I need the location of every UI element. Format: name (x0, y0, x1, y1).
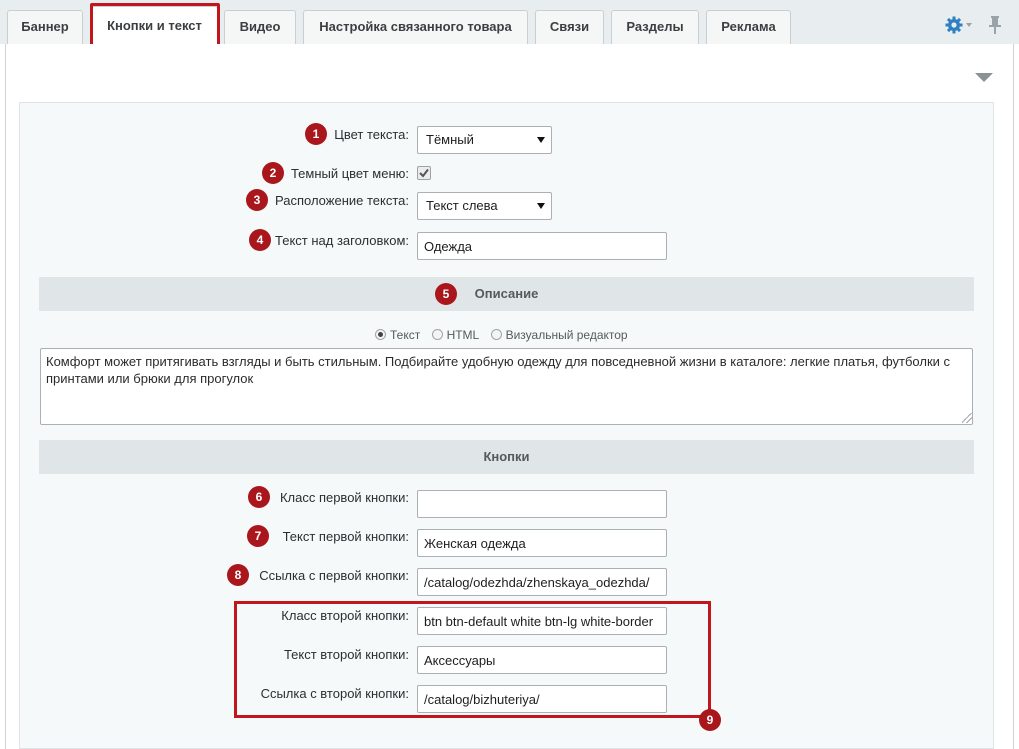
dark-menu-checkbox[interactable] (417, 166, 431, 180)
text-above-title-label: Текст над заголовком: (275, 233, 410, 248)
step-badge: 9 (699, 709, 721, 731)
first-button-text-input[interactable] (417, 529, 667, 557)
first-button-link-label: Ссылка с первой кнопки: (259, 568, 409, 583)
mode-html-option[interactable]: HTML (431, 328, 479, 342)
text-position-value: Текст слева (426, 198, 498, 213)
radio-icon (431, 329, 443, 340)
step-badge: 4 (249, 229, 271, 251)
tab-buttons-and-text[interactable]: Кнопки и текст (91, 6, 218, 44)
tab-advertising[interactable]: Реклама (706, 10, 791, 44)
chevron-down-icon[interactable] (966, 23, 972, 27)
tab-links[interactable]: Связи (535, 10, 604, 44)
select-arrow-icon (537, 203, 545, 209)
second-button-link-input[interactable] (417, 685, 667, 713)
tab-sections[interactable]: Разделы (611, 10, 699, 44)
triangle-down-icon[interactable] (975, 73, 993, 82)
section-title: Описание (474, 286, 539, 301)
dark-menu-label: Темный цвет меню: (290, 166, 409, 181)
first-button-text-label: Текст первой кнопки: (282, 529, 409, 544)
step-badge: 5 (435, 283, 457, 305)
check-icon (419, 168, 429, 178)
text-color-label: Цвет текста: (334, 127, 409, 142)
step-badge: 1 (305, 123, 327, 145)
description-textarea[interactable]: Комфорт может притягивать взгляды и быть… (40, 348, 973, 425)
tab-related-product[interactable]: Настройка связанного товара (303, 10, 528, 44)
text-position-select[interactable]: Текст слева (417, 192, 552, 220)
step-badge: 8 (227, 564, 249, 586)
second-button-text-label: Текст второй кнопки: (283, 647, 409, 662)
step-badge: 6 (248, 486, 270, 508)
tab-bar: Баннер Кнопки и текст Видео Настройка св… (0, 0, 1019, 47)
second-button-link-label: Ссылка с второй кнопки: (260, 686, 409, 701)
tab-video[interactable]: Видео (224, 10, 296, 44)
first-button-link-input[interactable] (417, 568, 667, 596)
text-color-select[interactable]: Тёмный (417, 126, 552, 154)
second-button-class-input[interactable] (417, 607, 667, 635)
step-badge: 7 (247, 525, 269, 547)
section-title: Кнопки (483, 449, 530, 464)
pin-icon[interactable] (988, 15, 1002, 35)
step-badge: 2 (262, 162, 284, 184)
description-section-header: Описание (39, 277, 974, 311)
gear-icon[interactable] (944, 15, 964, 35)
first-button-class-label: Класс первой кнопки: (279, 490, 409, 505)
first-button-class-input[interactable] (417, 490, 667, 518)
second-button-text-input[interactable] (417, 646, 667, 674)
text-color-value: Тёмный (426, 132, 474, 147)
tab-banner[interactable]: Баннер (7, 10, 83, 44)
mode-text-option[interactable]: Текст (375, 328, 420, 342)
text-position-label: Расположение текста: (275, 193, 409, 208)
editor-mode-options: Текст HTML Визуальный редактор (375, 328, 636, 342)
step-badge: 3 (246, 189, 268, 211)
resize-handle-icon[interactable] (962, 413, 972, 423)
radio-icon (490, 329, 502, 340)
mode-visual-editor-option[interactable]: Визуальный редактор (490, 328, 628, 342)
radio-selected-icon (375, 329, 386, 340)
select-arrow-icon (537, 137, 545, 143)
text-above-title-input[interactable] (417, 232, 667, 260)
second-button-class-label: Класс второй кнопки: (281, 608, 409, 623)
buttons-section-header: Кнопки (39, 440, 974, 474)
